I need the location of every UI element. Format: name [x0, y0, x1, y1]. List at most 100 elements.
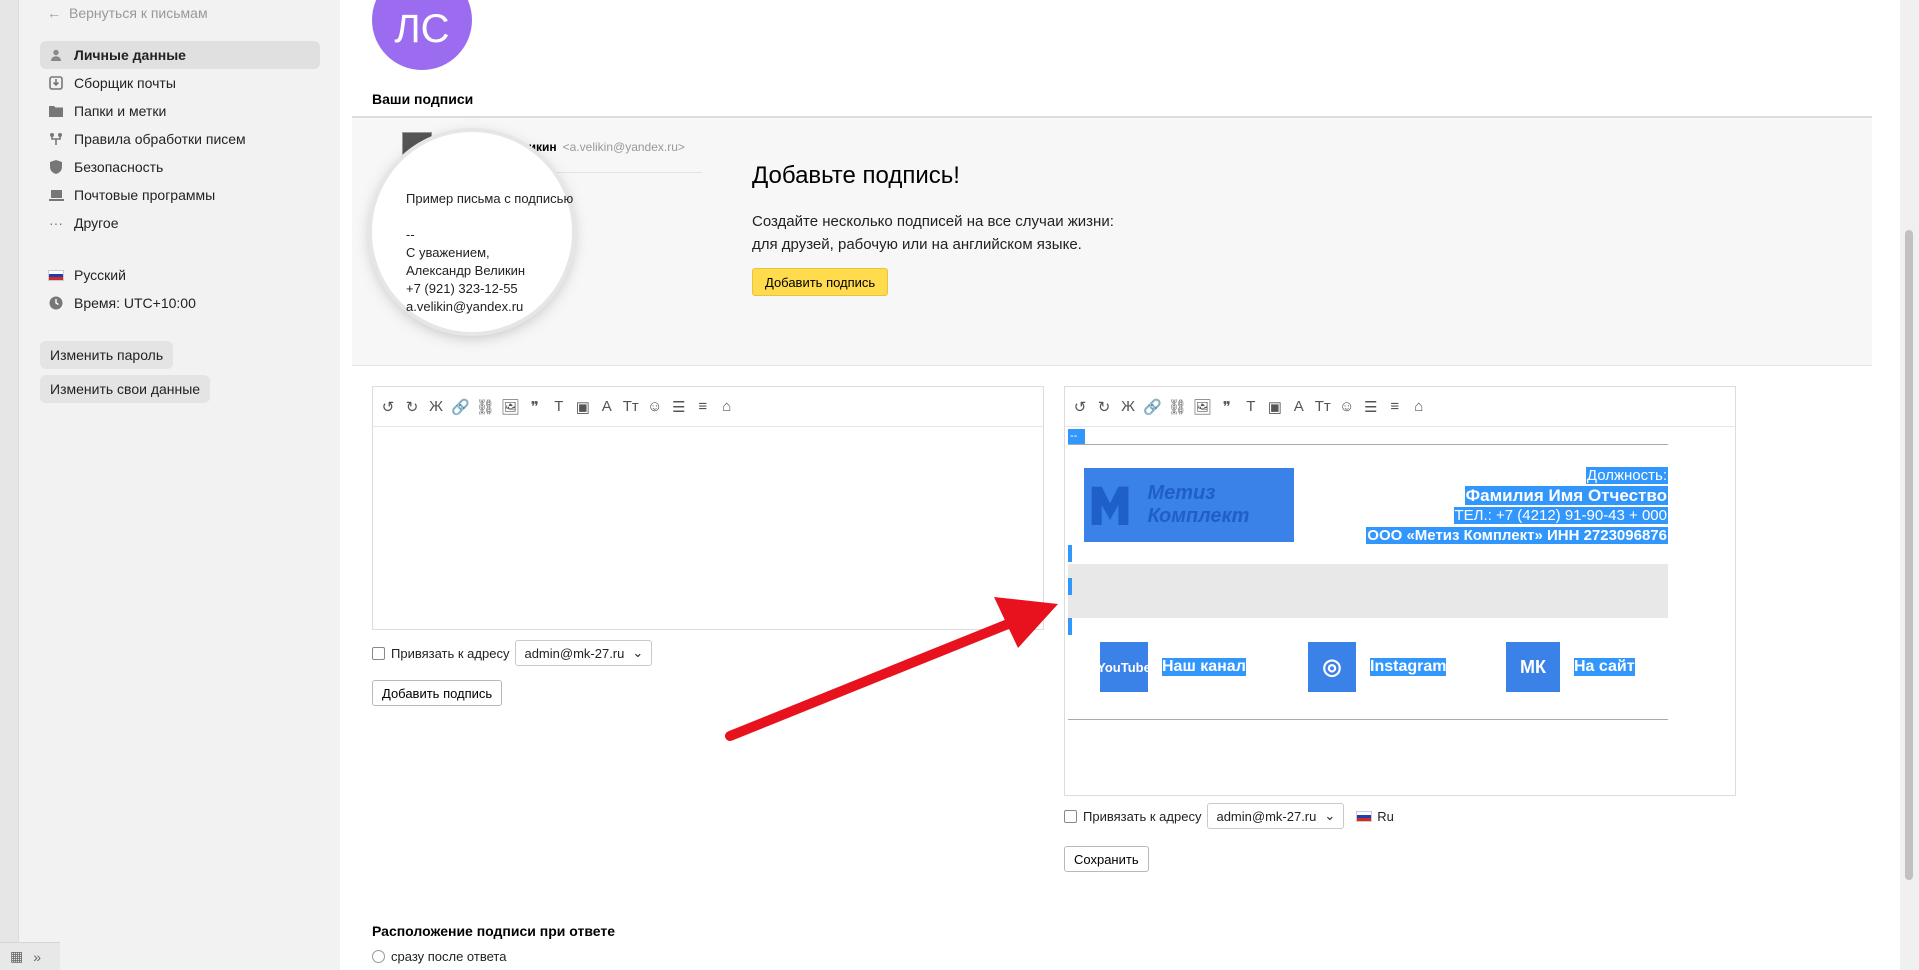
timezone-label: Время: UTC+10:00 — [74, 295, 196, 311]
bind-address-checkbox[interactable] — [372, 646, 385, 660]
bind-address-row: Привязать к адресу admin@mk-27.ru ⌄ Ru — [1064, 803, 1394, 829]
signature-spacer — [1068, 564, 1668, 618]
back-to-mail-link[interactable]: ← Вернуться к письмам — [47, 5, 208, 21]
sample-line: Пример письма с подписью — [406, 191, 574, 206]
redo-icon[interactable]: ↻ — [1095, 398, 1113, 416]
social-youtube[interactable]: YouTube Наш канал — [1097, 642, 1246, 692]
sig-position: Должность: — [1585, 467, 1668, 484]
font-size-icon[interactable]: Tт — [622, 398, 640, 415]
editor-toolbar: ↺ ↻ Ж 🔗 ⛓ 🖼 ❞ T ▣ A Tт ☺ ☰ ≡ ⌂ — [1065, 387, 1735, 427]
arrow-left-icon: ← — [47, 5, 61, 21]
social-label: На сайт — [1574, 658, 1635, 676]
bold-icon[interactable]: Ж — [1119, 398, 1137, 415]
language-label: Ru — [1377, 808, 1394, 824]
nav-label: Почтовые программы — [74, 187, 216, 203]
reply-option-label: сразу после ответа — [391, 949, 507, 964]
align-icon[interactable]: ≡ — [694, 398, 712, 415]
font-color-icon[interactable]: A — [1290, 398, 1308, 415]
change-password-button[interactable]: Изменить пароль — [40, 341, 174, 369]
promo-text: Создайте несколько подписей на все случа… — [752, 210, 1114, 256]
unlink-icon[interactable]: ⛓ — [476, 398, 495, 416]
font-size-icon[interactable]: Tт — [1314, 398, 1332, 415]
radio-button[interactable] — [372, 950, 385, 963]
nav-item-rules[interactable]: Правила обработки писем — [40, 125, 320, 153]
bind-address-select[interactable]: admin@mk-27.ru ⌄ — [1207, 803, 1345, 829]
bind-address-checkbox[interactable] — [1064, 809, 1077, 823]
text-bg-icon[interactable]: ▣ — [1266, 398, 1284, 416]
sample-line: -- — [406, 227, 415, 242]
change-data-button[interactable]: Изменить свои данные — [40, 375, 211, 403]
logo-text: Метиз Комплект — [1147, 482, 1250, 527]
bold-icon[interactable]: Ж — [427, 398, 445, 415]
sample-line: Александр Великин — [406, 263, 526, 278]
redo-icon[interactable]: ↻ — [403, 398, 421, 416]
nav-item-personal[interactable]: Личные данные — [40, 41, 320, 69]
scrollbar[interactable] — [1900, 0, 1919, 970]
font-color-icon[interactable]: A — [598, 398, 616, 415]
clear-format-icon[interactable]: ⌂ — [718, 398, 736, 415]
nav-item-security[interactable]: Безопасность — [40, 153, 320, 181]
sample-email: <a.velikin@yandex.ru> — [562, 140, 685, 154]
more-dots-icon: ··· — [49, 215, 63, 231]
sig-name: Фамилия Имя Отчество — [1464, 486, 1668, 505]
align-icon[interactable]: ≡ — [1386, 398, 1404, 415]
download-icon — [48, 75, 64, 91]
signature-bottom-rule — [1068, 719, 1668, 720]
chevron-down-icon: ⌄ — [1324, 808, 1336, 823]
nav-item-mail-programs[interactable]: Почтовые программы — [40, 181, 320, 209]
bottom-tools: ▦ » — [0, 942, 60, 970]
bind-address-row: Привязать к адресу admin@mk-27.ru ⌄ — [372, 640, 653, 666]
reply-position-option[interactable]: сразу после ответа — [372, 949, 506, 964]
scrollbar-thumb[interactable] — [1905, 230, 1913, 880]
link-icon[interactable]: 🔗 — [1143, 398, 1162, 416]
bind-address-select[interactable]: admin@mk-27.ru ⌄ — [515, 640, 653, 666]
settings-nav: Личные данные Сборщик почты Папки и метк… — [40, 41, 320, 237]
bind-address-label: Привязать к адресу — [1083, 808, 1202, 824]
sample-line: a.velikin@yandex.ru — [406, 299, 524, 314]
image-icon[interactable]: 🖼 — [501, 398, 520, 416]
flag-ru-icon — [1356, 810, 1373, 822]
timezone-selector[interactable]: Время: UTC+10:00 — [40, 289, 320, 317]
unlink-icon[interactable]: ⛓ — [1168, 398, 1187, 416]
add-signature-button[interactable]: Добавить подпись — [372, 680, 503, 706]
emoji-icon[interactable]: ☺ — [1338, 398, 1356, 415]
emoji-icon[interactable]: ☺ — [646, 398, 664, 415]
filter-rules-icon — [48, 131, 64, 147]
social-instagram[interactable]: ◎ Instagram — [1308, 642, 1447, 692]
add-signature-promo-button[interactable]: Добавить подпись — [752, 268, 889, 296]
save-button[interactable]: Сохранить — [1064, 846, 1149, 872]
text-bg-icon[interactable]: ▣ — [574, 398, 592, 416]
text-style-icon[interactable]: T — [1242, 398, 1260, 415]
person-icon — [48, 47, 64, 63]
nav-item-folders[interactable]: Папки и метки — [40, 97, 320, 125]
link-icon[interactable]: 🔗 — [451, 398, 470, 416]
list-icon[interactable]: ☰ — [1362, 398, 1380, 416]
left-strip — [0, 0, 19, 970]
undo-icon[interactable]: ↺ — [379, 398, 397, 416]
selection-caret — [1068, 545, 1072, 562]
image-icon[interactable]: 🖼 — [1193, 398, 1212, 416]
calendar-icon[interactable]: ▦ — [10, 948, 23, 965]
language-selector[interactable]: Русский — [40, 261, 320, 289]
chevron-down-icon: ⌄ — [632, 645, 644, 660]
language-badge[interactable]: Ru — [1356, 809, 1394, 824]
nav-item-collector[interactable]: Сборщик почты — [40, 69, 320, 97]
signatures-title: Ваши подписи — [372, 91, 474, 107]
clear-format-icon[interactable]: ⌂ — [1410, 398, 1428, 415]
signature-editor-new[interactable]: ↺ ↻ Ж 🔗 ⛓ 🖼 ❞ T ▣ A Tт ☺ ☰ ≡ ⌂ — [372, 386, 1044, 630]
list-icon[interactable]: ☰ — [670, 398, 688, 416]
select-value: admin@mk-27.ru — [524, 645, 625, 661]
text-style-icon[interactable]: T — [550, 398, 568, 415]
sample-line: +7 (921) 323-12-55 — [406, 281, 518, 296]
quote-icon[interactable]: ❞ — [1218, 398, 1236, 416]
undo-icon[interactable]: ↺ — [1071, 398, 1089, 416]
company-logo-icon: МК — [1506, 642, 1560, 692]
settings-sidebar: ← Вернуться к письмам Личные данные Сбор… — [0, 0, 340, 970]
social-website[interactable]: МК На сайт — [1506, 642, 1635, 692]
quote-icon[interactable]: ❞ — [526, 398, 544, 416]
social-label: Наш канал — [1162, 658, 1246, 676]
company-logo: Метиз Комплект — [1084, 468, 1294, 542]
expand-icon[interactable]: » — [33, 949, 41, 965]
nav-item-other[interactable]: ··· Другое — [40, 209, 320, 237]
promo-text-line: для друзей, рабочую или на английском яз… — [752, 236, 1082, 253]
